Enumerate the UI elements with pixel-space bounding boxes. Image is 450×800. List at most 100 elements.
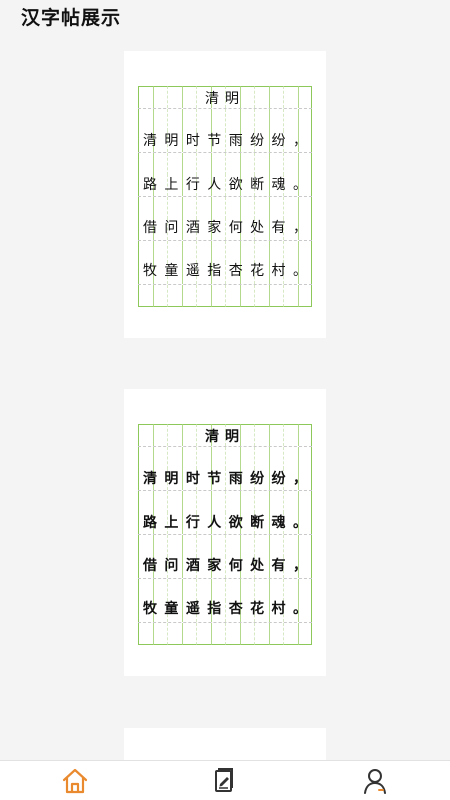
grid-cell	[239, 623, 254, 645]
tab-copybook[interactable]	[205, 765, 245, 797]
grid-cell	[152, 285, 167, 307]
grid-cell	[196, 153, 211, 175]
grid-cell	[196, 623, 211, 645]
grid-cell	[225, 197, 240, 219]
char: 上	[164, 515, 179, 531]
grid-cell	[268, 153, 284, 175]
char: 遥	[185, 601, 200, 617]
grid-cell	[268, 447, 284, 469]
char: 童	[164, 263, 179, 279]
grid-cell	[283, 109, 298, 131]
char: 。	[292, 601, 307, 617]
grid-cell	[138, 447, 153, 469]
grid-cell	[297, 153, 312, 175]
grid-row	[138, 622, 312, 645]
char: 处	[250, 558, 265, 574]
char: 行	[185, 177, 200, 193]
grid-cell	[297, 447, 312, 469]
grid-cell	[210, 285, 225, 307]
char: 花	[250, 263, 265, 279]
char: 酒	[185, 220, 200, 236]
grid-row	[138, 284, 312, 307]
grid-cell	[210, 623, 225, 645]
grid-cell	[297, 285, 312, 307]
grid-cell	[210, 535, 226, 557]
grid-cell	[254, 491, 269, 513]
grid-row	[138, 108, 312, 131]
copybook-card-calligraphy[interactable]: 清明 清明时节雨纷纷， 路上行人欲断魂。 借问酒家何处有， 牧童遥指杏花村。	[124, 389, 326, 676]
char: 家	[207, 220, 222, 236]
grid-row	[138, 578, 312, 601]
grid-cell	[196, 197, 211, 219]
grid-cell	[152, 623, 167, 645]
grid-cell	[239, 535, 255, 557]
char: 纷	[271, 471, 286, 487]
char: 纷	[250, 133, 265, 149]
grid-cell	[283, 197, 298, 219]
char: 。	[292, 263, 307, 279]
char: 清	[143, 471, 157, 487]
grid-cell	[167, 285, 182, 307]
char: 何	[228, 558, 243, 574]
home-icon	[62, 768, 88, 794]
grid-cell	[138, 491, 153, 513]
tab-profile[interactable]	[355, 765, 395, 797]
tab-home[interactable]	[55, 765, 95, 797]
char: 何	[228, 220, 243, 236]
grid-cell	[210, 197, 226, 219]
grid-cell	[152, 491, 168, 513]
char: 断	[250, 177, 265, 193]
grid-cell	[297, 109, 312, 131]
char: 上	[164, 177, 179, 193]
grid-cell	[167, 535, 182, 557]
poem-line-2: 路上行人欲断魂。	[138, 512, 312, 534]
grid-cell	[225, 535, 240, 557]
grid-cell	[167, 109, 182, 131]
grid-cell	[181, 285, 196, 307]
grid-cell	[239, 153, 255, 175]
grid-cell	[283, 153, 298, 175]
grid-cell	[268, 197, 284, 219]
grid-cell	[152, 109, 168, 131]
char: 纷	[271, 133, 286, 149]
grid-cell	[167, 197, 182, 219]
grid-cell	[283, 535, 298, 557]
char: 行	[185, 515, 200, 531]
grid-cell	[210, 491, 226, 513]
grid-row	[138, 534, 312, 557]
poem-line-4: 牧童遥指杏花村。	[138, 260, 312, 282]
char: 牧	[143, 601, 157, 617]
copybook-card-kaishu[interactable]: 清明 清明时节雨纷纷， 路上行人欲断魂。 借问酒家何处有， 牧童遥指杏花村。	[124, 51, 326, 338]
char: 路	[143, 515, 157, 531]
grid-cell	[167, 491, 182, 513]
grid-cell	[225, 109, 240, 131]
grid-cell	[138, 285, 153, 307]
grid-cell	[181, 197, 197, 219]
char: 节	[207, 133, 222, 149]
char: 有	[271, 558, 286, 574]
grid-cell	[254, 535, 269, 557]
char: 杏	[228, 601, 243, 617]
grid-cell	[152, 153, 168, 175]
char: 节	[207, 471, 222, 487]
grid-cell	[268, 285, 283, 307]
grid-cell	[239, 285, 254, 307]
grid-cell	[225, 285, 240, 307]
grid-cell	[196, 285, 211, 307]
grid-cell	[239, 109, 255, 131]
poem-line-4: 牧童遥指杏花村。	[138, 598, 312, 620]
grid-cell	[297, 197, 312, 219]
char: 指	[207, 601, 222, 617]
grid-cell	[225, 623, 240, 645]
grid-cell	[181, 447, 197, 469]
char: 断	[250, 515, 265, 531]
grid-cell	[167, 153, 182, 175]
grid-cell	[254, 623, 269, 645]
char: 雨	[228, 471, 243, 487]
char: 魂	[271, 177, 286, 193]
char: 牧	[143, 263, 157, 279]
grid-cell	[181, 491, 197, 513]
grid-cell	[225, 447, 240, 469]
char: 处	[250, 220, 265, 236]
poem-line-3: 借问酒家何处有 ，	[138, 555, 312, 577]
